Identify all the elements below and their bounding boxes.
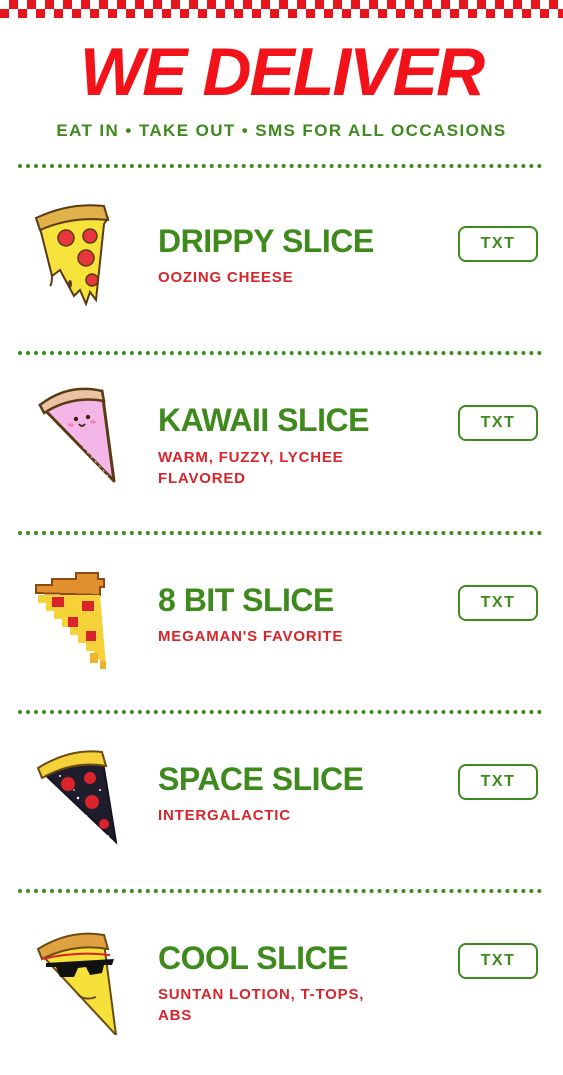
item-description: OOZING CHEESE xyxy=(158,269,294,286)
divider xyxy=(18,710,542,714)
item-name: KAWAII SLICE xyxy=(158,402,369,438)
txt-button-space-slice[interactable]: TXT xyxy=(458,764,538,800)
txt-button-8-bit-slice[interactable]: TXT xyxy=(458,585,538,621)
menu-item-8-bit-slice: 8 BIT SLICE MEGAMAN'S FAVORITE TXT xyxy=(0,537,563,717)
txt-button-cool-slice[interactable]: TXT xyxy=(458,943,538,979)
item-name: COOL SLICE xyxy=(158,940,348,976)
tagline: EAT IN • TAKE OUT • SMS FOR ALL OCCASION… xyxy=(56,121,507,140)
item-name: SPACE SLICE xyxy=(158,761,364,797)
divider xyxy=(18,351,542,355)
txt-button-kawaii-slice[interactable]: TXT xyxy=(458,405,538,441)
item-description: WARM, FUZZY, LYCHEE FLAVORED xyxy=(158,449,344,487)
menu-item-space-slice: SPACE SLICE INTERGALACTIC TXT xyxy=(0,716,563,896)
pixel-pizza-slice-icon xyxy=(30,565,130,675)
space-pizza-slice-icon xyxy=(30,744,130,854)
item-description: INTERGALACTIC xyxy=(158,807,291,824)
menu-item-drippy-slice: DRIPPY SLICE OOZING CHEESE TXT xyxy=(0,170,563,350)
menu-item-kawaii-slice: KAWAII SLICE WARM, FUZZY, LYCHEE FLAVORE… xyxy=(0,357,563,537)
sunglasses-pizza-slice-icon xyxy=(30,925,130,1038)
divider xyxy=(18,164,542,168)
checkered-border xyxy=(0,0,563,18)
page-title: WE DELIVER xyxy=(79,34,485,110)
divider xyxy=(18,531,542,535)
item-description: MEGAMAN'S FAVORITE xyxy=(158,628,344,645)
item-description: SUNTAN LOTION, T-TOPS, ABS xyxy=(158,986,365,1024)
item-name: DRIPPY SLICE xyxy=(158,223,374,259)
txt-button-drippy-slice[interactable]: TXT xyxy=(458,226,538,262)
item-name: 8 BIT SLICE xyxy=(158,582,334,618)
drippy-pizza-slice-icon xyxy=(30,200,130,310)
divider xyxy=(18,889,542,893)
kawaii-pizza-slice-icon xyxy=(30,381,130,491)
menu-item-cool-slice: COOL SLICE SUNTAN LOTION, T-TOPS, ABS TX… xyxy=(0,895,563,1075)
